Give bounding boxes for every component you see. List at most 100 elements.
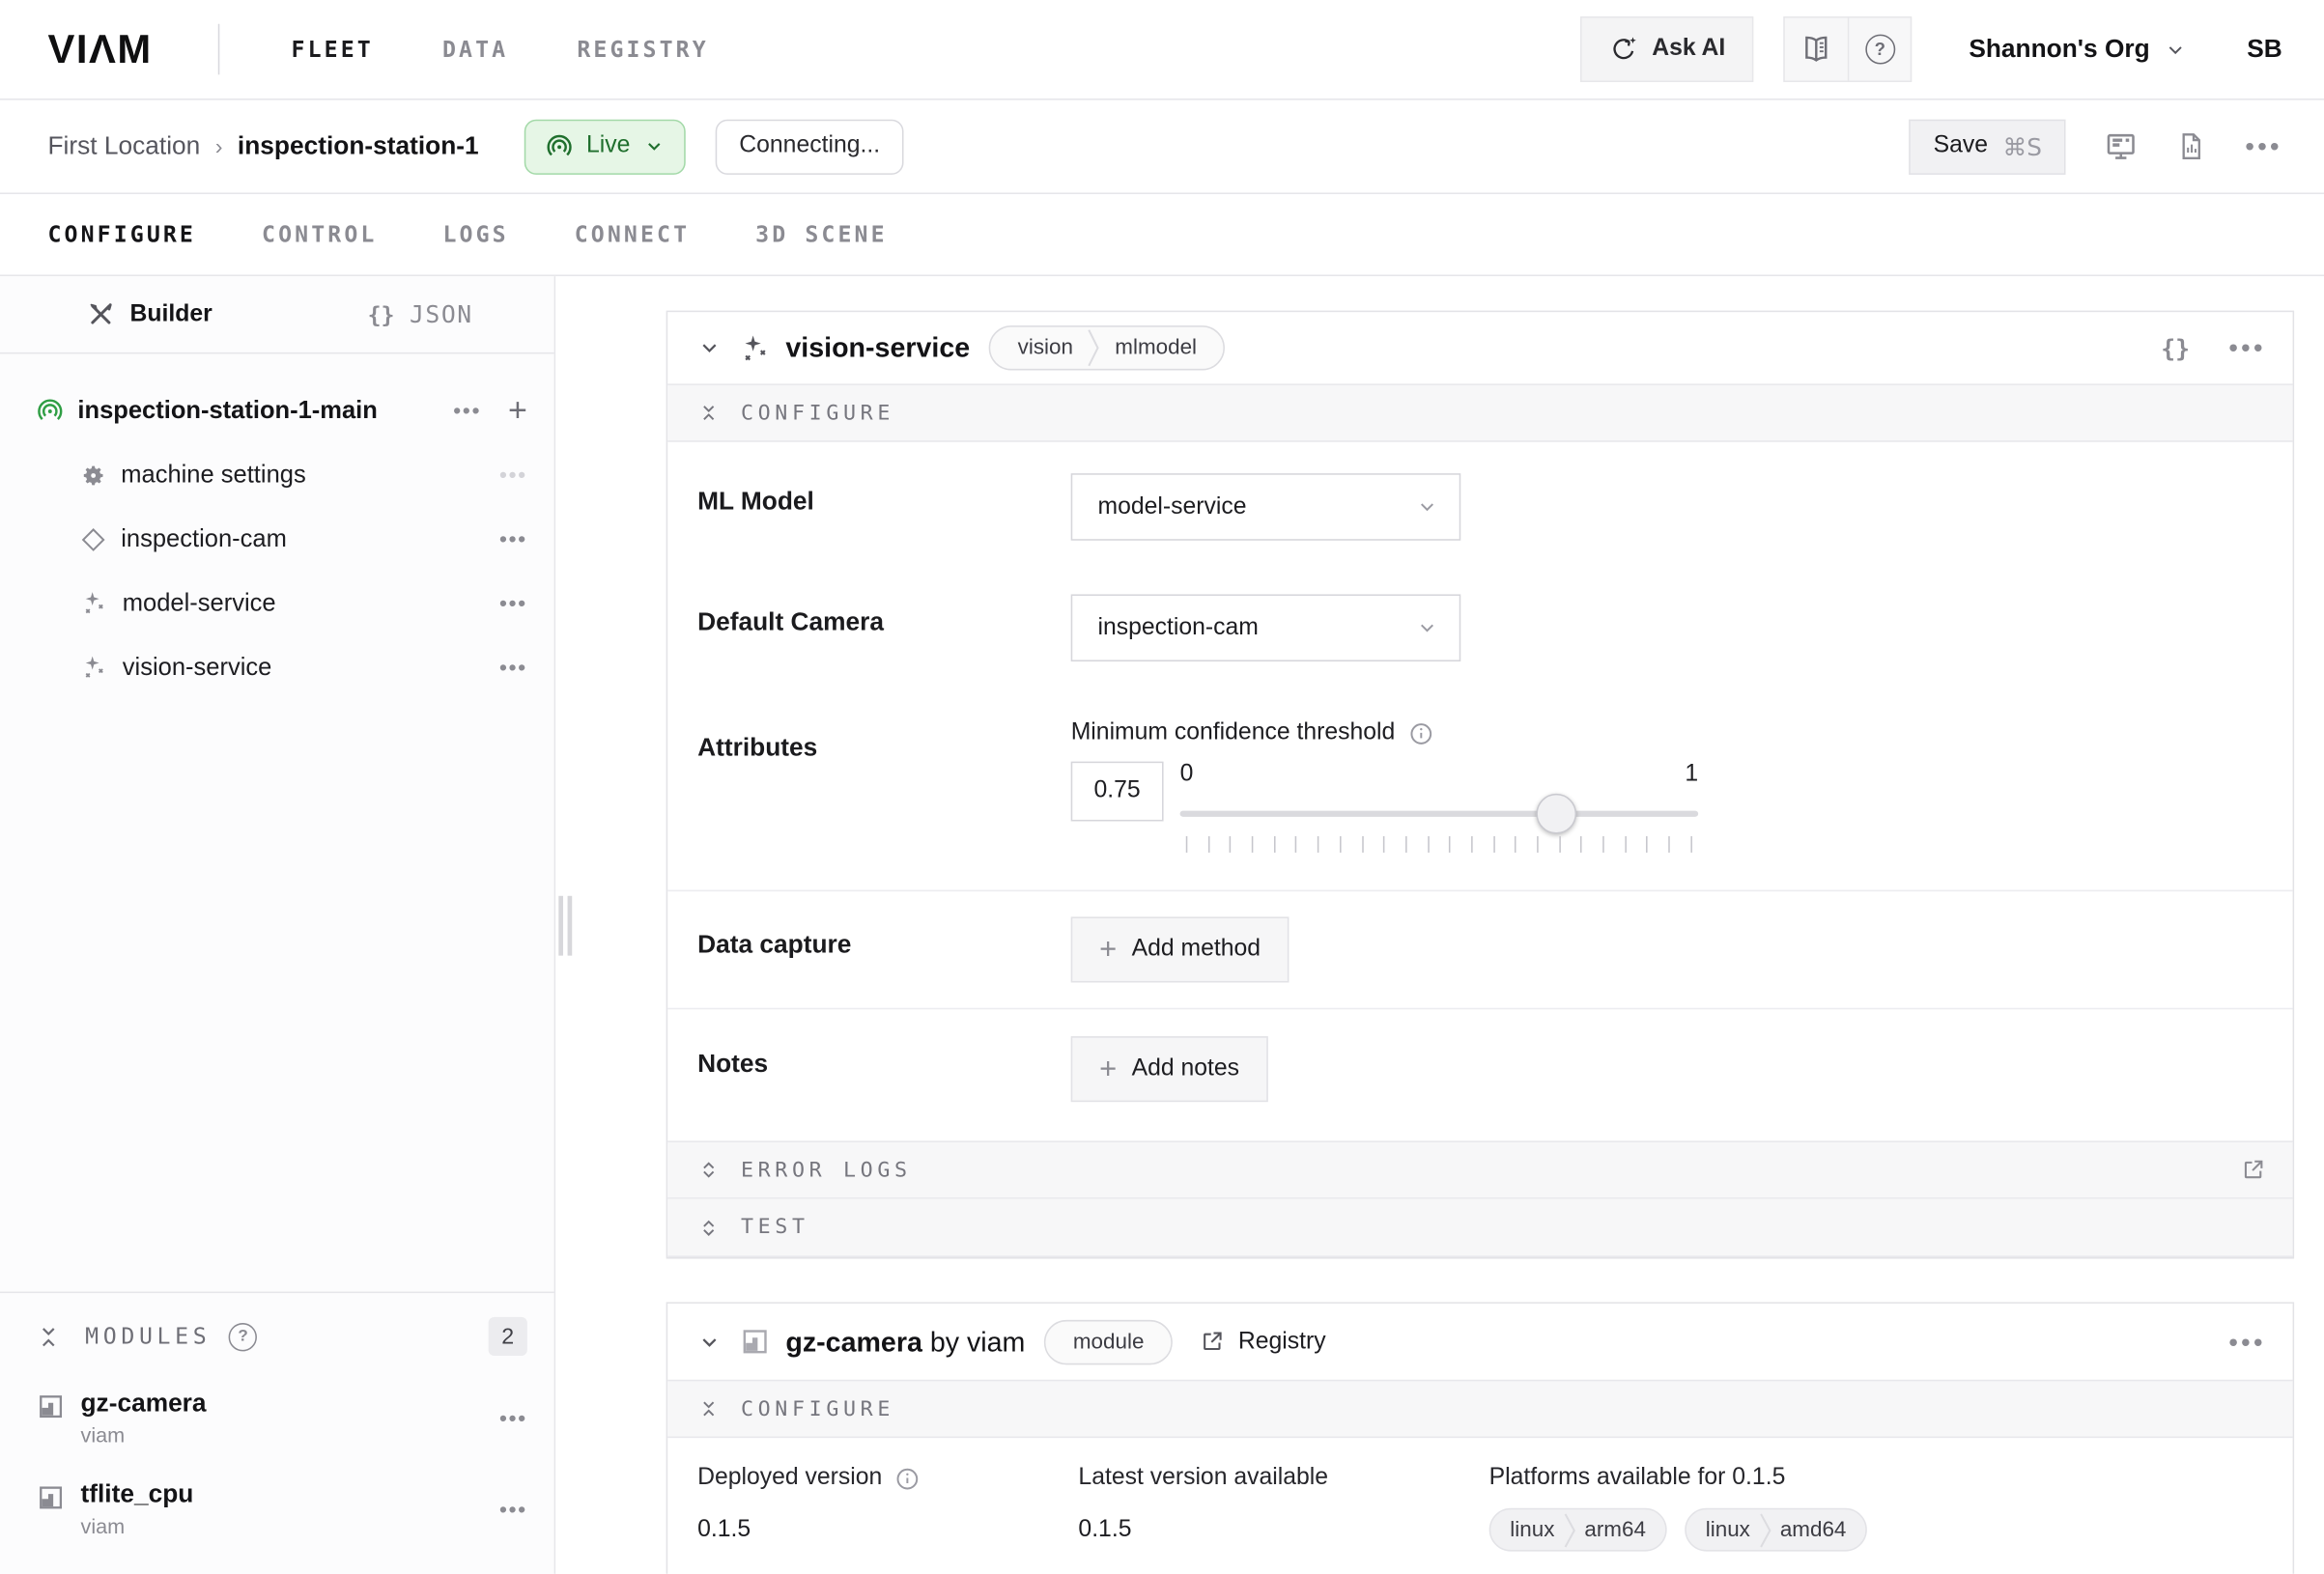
nav-registry[interactable]: REGISTRY: [577, 36, 708, 63]
nav-data[interactable]: DATA: [442, 36, 508, 63]
live-status-dropdown[interactable]: Live: [524, 119, 686, 174]
tab-configure[interactable]: CONFIGURE: [47, 221, 196, 248]
help-question-glyph: ?: [1865, 35, 1895, 65]
chevron-down-icon: [1416, 617, 1438, 639]
info-icon[interactable]: [1408, 720, 1433, 745]
confidence-slider: 0 1: [1180, 762, 1699, 852]
breadcrumb-location[interactable]: First Location: [47, 131, 200, 161]
help-icon[interactable]: ?: [1848, 18, 1911, 81]
module-options-menu[interactable]: •••: [499, 1498, 527, 1523]
module-item-tflite-cpu[interactable]: tflite_cpu viam •••: [36, 1479, 527, 1537]
card-options-menu[interactable]: •••: [2228, 334, 2266, 361]
module-card-body: Deployed version 0.1.5 Latest version av…: [667, 1438, 2292, 1574]
confidence-threshold-block: Minimum confidence threshold 0 1: [1071, 719, 1698, 851]
tree-root-row[interactable]: inspection-station-1-main ••• +: [0, 383, 554, 437]
vision-service-card: vision-service vision mlmodel {} •••: [666, 311, 2294, 1259]
save-button[interactable]: Save ⌘S: [1910, 119, 2066, 174]
json-mode-button[interactable]: {} JSON: [368, 300, 473, 328]
module-org: viam: [81, 1514, 194, 1538]
test-section-bar[interactable]: TEST: [667, 1199, 2292, 1257]
tree-item-inspection-cam[interactable]: inspection-cam •••: [0, 512, 554, 566]
module-card-title: gz-camera by viam: [785, 1325, 1025, 1358]
connection-status-button[interactable]: Connecting...: [716, 119, 904, 174]
tab-control[interactable]: CONTROL: [262, 221, 377, 248]
tab-3d-scene[interactable]: 3D SCENE: [755, 221, 887, 248]
error-logs-section-bar[interactable]: ERROR LOGS: [667, 1140, 2292, 1198]
root-options-menu[interactable]: •••: [453, 398, 481, 423]
ml-model-row: ML Model model-service: [667, 442, 2292, 573]
modules-help-icon[interactable]: ?: [229, 1322, 257, 1350]
slider-max-label: 1: [1685, 762, 1698, 789]
confidence-value-input[interactable]: [1071, 762, 1164, 822]
ml-model-select[interactable]: model-service: [1071, 473, 1461, 541]
module-item-gz-camera[interactable]: gz-camera viam •••: [36, 1389, 527, 1447]
logo-divider: [218, 24, 220, 75]
add-notes-button[interactable]: + Add notes: [1071, 1036, 1268, 1102]
json-label: JSON: [410, 300, 473, 328]
platform-os: linux: [1510, 1518, 1554, 1542]
configure-section-bar[interactable]: CONFIGURE: [667, 1380, 2292, 1438]
info-icon[interactable]: [894, 1466, 920, 1491]
item-options-menu[interactable]: •••: [499, 591, 527, 616]
tree-item-vision-service[interactable]: vision-service •••: [0, 640, 554, 694]
collapse-chevron-icon[interactable]: [697, 1330, 722, 1354]
add-component-button[interactable]: +: [508, 394, 527, 427]
tag-module: module: [1067, 1330, 1150, 1354]
default-camera-select[interactable]: inspection-cam: [1071, 594, 1461, 661]
viam-logo[interactable]: VIΛM: [47, 26, 152, 72]
nav-fleet[interactable]: FLEET: [292, 36, 374, 63]
breadcrumb-separator-icon: ›: [215, 133, 223, 158]
sidebar-resize-handle[interactable]: [558, 896, 572, 956]
json-view-icon[interactable]: {}: [2161, 334, 2190, 362]
tab-connect[interactable]: CONNECT: [575, 221, 690, 248]
collapse-icon[interactable]: [36, 1324, 61, 1349]
machine-page-icon[interactable]: [2105, 130, 2138, 163]
default-camera-label: Default Camera: [697, 594, 1071, 661]
ml-model-value: model-service: [1098, 493, 1247, 520]
broadcast-icon: [545, 132, 573, 160]
attributes-label: Attributes: [697, 719, 1071, 851]
content-area: Builder {} JSON inspection-station-1-mai…: [0, 276, 2324, 1574]
platforms-block: Platforms available for 0.1.5 linux arm6…: [1489, 1465, 1867, 1552]
add-method-button[interactable]: + Add method: [1071, 916, 1290, 982]
card-options-menu[interactable]: •••: [2228, 1328, 2266, 1355]
machine-broadcast-icon: [36, 397, 64, 425]
latest-version-block: Latest version available 0.1.5: [1078, 1465, 1488, 1552]
org-name: Shannon's Org: [1969, 35, 2149, 65]
report-file-icon[interactable]: [2176, 131, 2206, 161]
item-options-menu[interactable]: •••: [499, 463, 527, 488]
external-link-icon[interactable]: [2240, 1157, 2265, 1182]
add-method-label: Add method: [1132, 937, 1261, 964]
tree-item-model-service[interactable]: model-service •••: [0, 576, 554, 631]
confidence-slider-handle[interactable]: [1537, 794, 1577, 834]
platform-arch: amd64: [1780, 1518, 1847, 1542]
modules-section: MODULES ? 2 gz-camera viam: [0, 1292, 554, 1574]
machine-header: First Location › inspection-station-1 Li…: [0, 98, 2324, 194]
tab-logs[interactable]: LOGS: [442, 221, 508, 248]
user-avatar[interactable]: SB: [2247, 35, 2282, 65]
configure-section-label: CONFIGURE: [741, 1397, 894, 1421]
help-resources-group: ?: [1784, 16, 1913, 82]
configure-section-bar[interactable]: CONFIGURE: [667, 383, 2292, 441]
item-options-menu[interactable]: •••: [499, 655, 527, 680]
collapse-chevron-icon[interactable]: [697, 336, 722, 360]
tree-item-label: machine settings: [121, 461, 305, 489]
add-notes-label: Add notes: [1132, 1055, 1239, 1082]
top-nav-bar: VIΛM FLEET DATA REGISTRY Ask AI: [0, 0, 2324, 98]
registry-link[interactable]: Registry: [1200, 1328, 1326, 1355]
braces-icon: {}: [368, 301, 395, 328]
builder-mode-button[interactable]: Builder: [87, 300, 213, 328]
more-actions-menu[interactable]: •••: [2245, 133, 2282, 160]
docs-book-icon[interactable]: [1785, 18, 1848, 81]
module-title-name: gz-camera: [785, 1325, 922, 1356]
ask-ai-button[interactable]: Ask AI: [1580, 16, 1754, 82]
gz-camera-module-card: gz-camera by viam module Registry •••: [666, 1302, 2294, 1573]
slider-track[interactable]: [1180, 811, 1699, 817]
modules-count-badge: 2: [489, 1317, 527, 1356]
tree-item-machine-settings[interactable]: machine settings •••: [0, 448, 554, 502]
module-options-menu[interactable]: •••: [499, 1407, 527, 1432]
chevron-down-icon: [1416, 495, 1438, 518]
deployed-version-label: Deployed version: [697, 1465, 882, 1492]
item-options-menu[interactable]: •••: [499, 526, 527, 551]
org-switcher[interactable]: Shannon's Org: [1969, 35, 2187, 65]
